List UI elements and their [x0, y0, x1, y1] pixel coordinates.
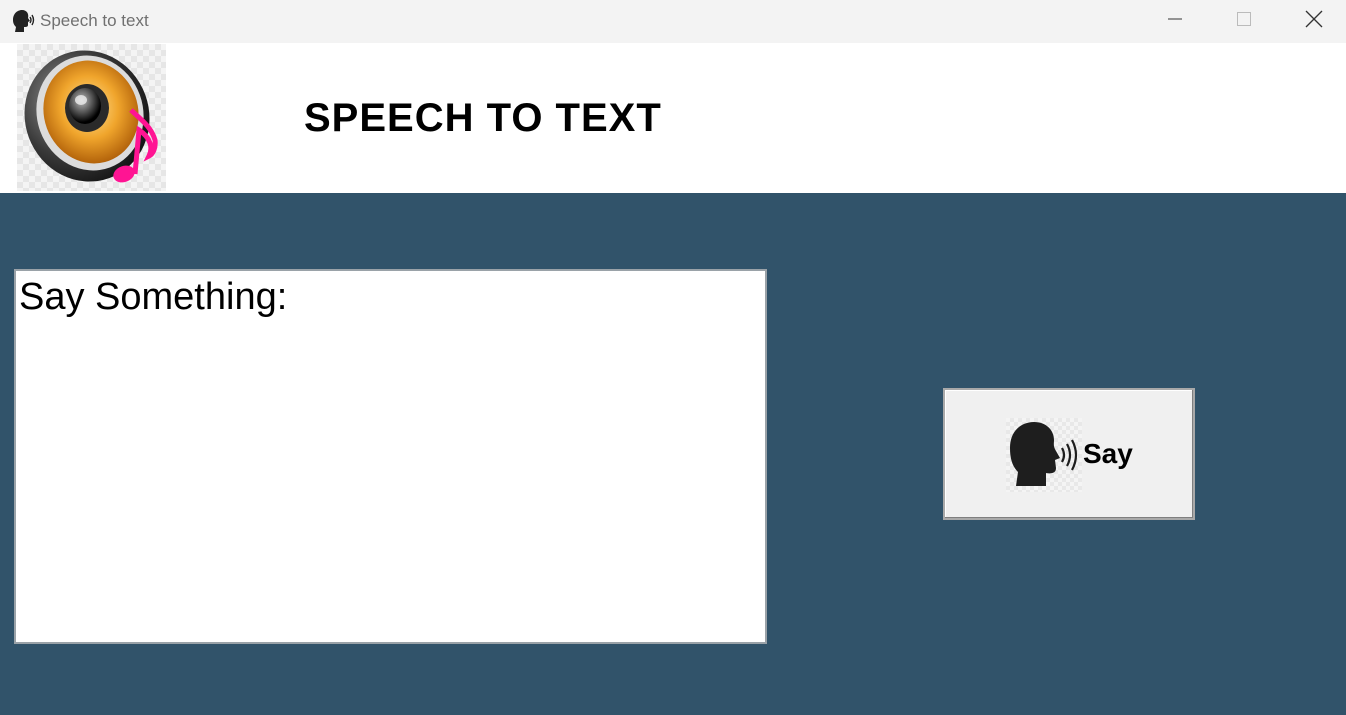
title-bar[interactable]: Speech to text: [0, 0, 1346, 43]
page-title: SPEECH TO TEXT: [304, 96, 662, 140]
window-title: Speech to text: [40, 11, 149, 30]
minimize-icon: [1167, 11, 1183, 32]
speaking-head-icon: [10, 9, 36, 33]
maximize-icon: [1236, 11, 1252, 32]
speaking-head-icon: [1006, 418, 1082, 492]
header: SPEECH TO TEXT: [0, 43, 1346, 193]
speaker-music-note-icon: [17, 44, 166, 191]
app-window: Speech to text SPEECH TO TEXT Say Someth…: [0, 0, 1346, 715]
say-button[interactable]: Say: [943, 388, 1195, 520]
close-icon: [1305, 10, 1323, 33]
maximize-button[interactable]: [1209, 0, 1279, 43]
speech-output-textarea[interactable]: [14, 269, 767, 644]
say-button-label: Say: [1083, 438, 1133, 469]
close-button[interactable]: [1279, 0, 1346, 43]
minimize-button[interactable]: [1140, 0, 1210, 43]
